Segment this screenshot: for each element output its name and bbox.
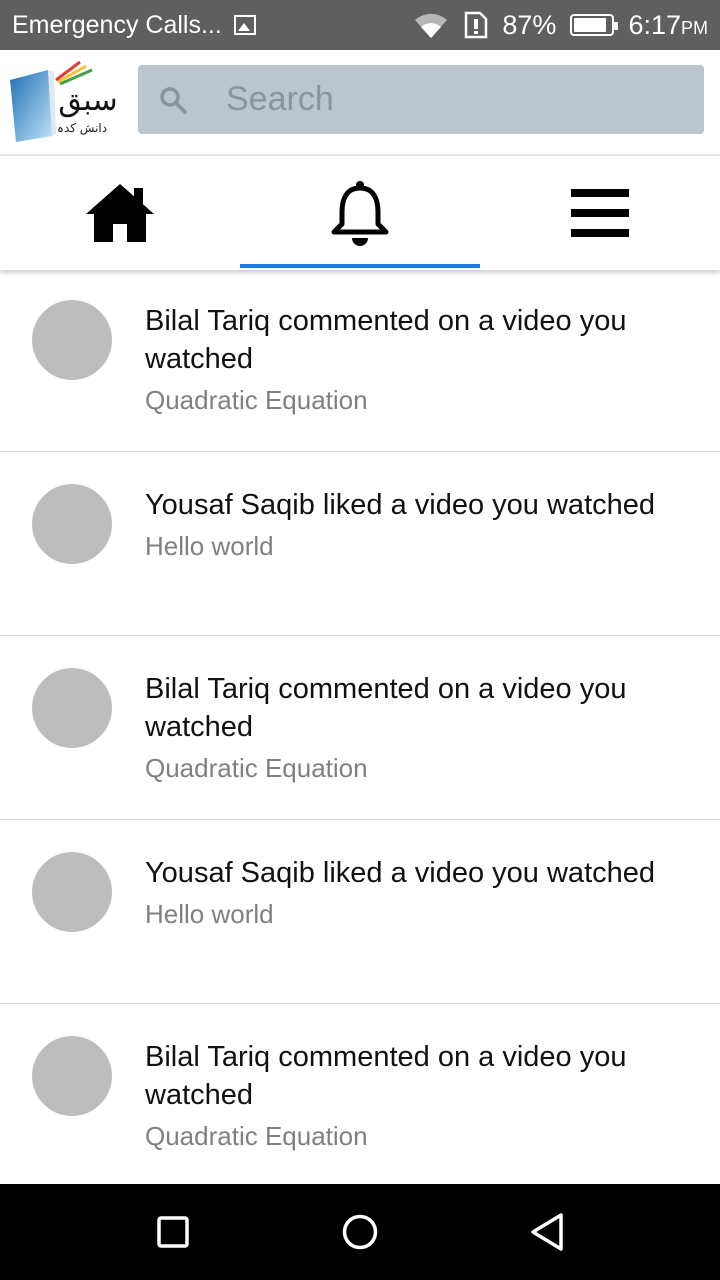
clock-time: 6:17 xyxy=(628,9,681,40)
notification-text: Bilal Tariq commented on a video you wat… xyxy=(145,670,695,786)
tab-home[interactable] xyxy=(0,156,240,270)
notification-text: Bilal Tariq commented on a video you wat… xyxy=(145,302,695,418)
notification-title: Bilal Tariq commented on a video you wat… xyxy=(145,305,627,375)
status-bar: Emergency Calls... 87% 6:17PM xyxy=(0,0,720,50)
notification-text: Bilal Tariq commented on a video you wat… xyxy=(145,1038,695,1154)
home-nav-button[interactable] xyxy=(330,1202,390,1262)
clock-suffix: PM xyxy=(681,17,708,38)
notification-text: Yousaf Saqib liked a video you watched H… xyxy=(145,854,695,932)
recents-icon xyxy=(157,1216,190,1248)
notification-subtitle: Quadratic Equation xyxy=(145,385,368,415)
notification-list: Bilal Tariq commented on a video you wat… xyxy=(0,268,720,1188)
battery-icon xyxy=(570,14,619,36)
recents-button[interactable] xyxy=(143,1202,203,1262)
notification-title: Yousaf Saqib liked a video you watched xyxy=(145,857,656,889)
carrier-text: Emergency Calls... xyxy=(12,10,222,39)
notification-text: Yousaf Saqib liked a video you watched H… xyxy=(145,486,695,564)
search-input[interactable] xyxy=(226,80,666,119)
notification-item[interactable]: Yousaf Saqib liked a video you watched H… xyxy=(0,820,720,1004)
notification-subtitle: Hello world xyxy=(145,899,274,929)
avatar xyxy=(32,1036,112,1116)
battery-percent: 87% xyxy=(502,9,557,40)
notification-item[interactable]: Yousaf Saqib liked a video you watched H… xyxy=(0,452,720,636)
wifi-icon xyxy=(415,13,448,38)
back-button[interactable] xyxy=(517,1202,577,1262)
status-right: 87% 6:17PM xyxy=(412,10,708,41)
notification-title: Bilal Tariq commented on a video you wat… xyxy=(145,1041,627,1111)
home-icon xyxy=(86,184,154,242)
tab-bar xyxy=(0,154,720,270)
avatar xyxy=(32,852,112,932)
system-nav-bar xyxy=(0,1184,720,1280)
notification-title: Yousaf Saqib liked a video you watched xyxy=(145,489,656,521)
avatar xyxy=(32,300,112,380)
notification-title: Bilal Tariq commented on a video you wat… xyxy=(145,673,627,743)
home-circle-icon xyxy=(342,1214,378,1250)
gallery-icon xyxy=(233,15,256,35)
search-icon xyxy=(160,86,187,114)
status-left: Emergency Calls... xyxy=(12,11,256,40)
back-icon xyxy=(530,1213,563,1251)
logo-text: سبق xyxy=(58,83,117,118)
avatar xyxy=(32,668,112,748)
app-header: سبق دانش کدہ xyxy=(0,50,720,154)
tab-notifications[interactable] xyxy=(240,156,480,270)
logo-graphic: سبق دانش کدہ xyxy=(10,60,118,142)
logo-subtext: دانش کدہ xyxy=(57,121,107,136)
bell-icon xyxy=(331,181,389,246)
search-bar[interactable] xyxy=(138,65,704,134)
battery-fill xyxy=(574,18,606,32)
sim-alert-icon xyxy=(465,11,488,39)
tab-menu[interactable] xyxy=(480,156,720,270)
notification-item[interactable]: Bilal Tariq commented on a video you wat… xyxy=(0,636,720,820)
notification-subtitle: Quadratic Equation xyxy=(145,753,368,783)
notification-subtitle: Hello world xyxy=(145,531,274,561)
app-logo[interactable]: سبق دانش کدہ xyxy=(8,58,122,148)
notification-item[interactable]: Bilal Tariq commented on a video you wat… xyxy=(0,268,720,452)
avatar xyxy=(32,484,112,564)
hamburger-icon xyxy=(571,189,629,237)
clock: 6:17PM xyxy=(628,10,708,41)
notification-item[interactable]: Bilal Tariq commented on a video you wat… xyxy=(0,1004,720,1188)
notification-subtitle: Quadratic Equation xyxy=(145,1121,368,1151)
